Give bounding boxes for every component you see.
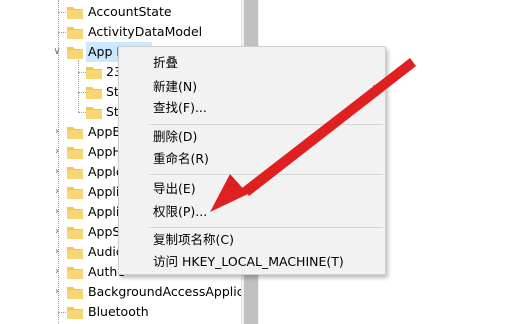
red-arrow-annotation	[210, 58, 416, 212]
